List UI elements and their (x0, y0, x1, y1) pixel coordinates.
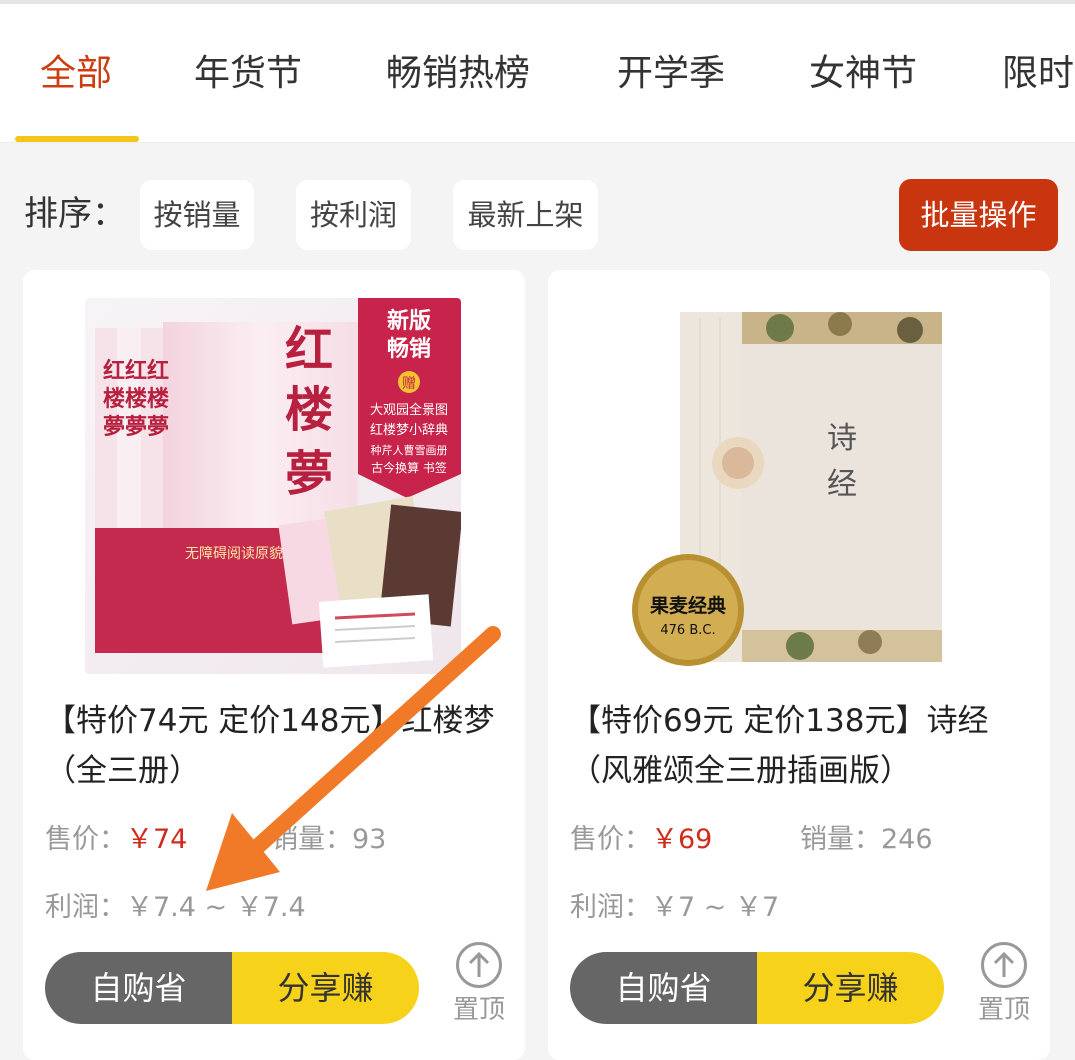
profit-label: 利润： (570, 892, 651, 923)
tab-bestsellers[interactable]: 畅销热榜 (386, 52, 530, 96)
svg-text:红: 红 (103, 358, 125, 384)
cover-badge-line-2: 畅销 (387, 337, 431, 362)
cover-gift-2: 红楼梦小辞典 (370, 422, 448, 438)
arrow-up-circle-icon (981, 942, 1027, 988)
price-value: ￥74 (126, 824, 188, 855)
tab-womens-day[interactable]: 女神节 (809, 52, 917, 96)
cover-seal-subtitle: 476 B.C. (660, 623, 715, 638)
cover-gift-badge: 赠 (402, 376, 416, 392)
self-purchase-button[interactable]: 自购省 (45, 952, 232, 1024)
sort-by-newest-button[interactable]: 最新上架 (453, 180, 598, 250)
cover-seal-title: 果麦经典 (649, 594, 726, 617)
svg-text:夢: 夢 (125, 414, 147, 440)
profit-info: 利润：￥7.4 ~ ￥7.4 (45, 890, 306, 926)
sales-value: 246 (881, 824, 933, 855)
svg-text:夢: 夢 (103, 414, 125, 440)
profit-value: ￥7.4 ~ ￥7.4 (126, 892, 306, 923)
price-info: 售价：￥69 (570, 822, 712, 858)
active-tab-indicator (15, 136, 139, 142)
product-title[interactable]: 【特价74元 定价148元】红楼梦（全三册） (45, 696, 505, 796)
price-info: 售价：￥74 (45, 822, 187, 858)
pin-to-top-button[interactable]: 置顶 (451, 942, 507, 1032)
profit-label: 利润： (45, 892, 126, 923)
sales-info: 销量：93 (271, 822, 386, 858)
cover-title-char-2: 经 (827, 467, 857, 502)
arrow-up-circle-icon (456, 942, 502, 988)
tab-new-year[interactable]: 年货节 (194, 52, 302, 96)
cover-title-char-1: 红 (285, 322, 333, 378)
cover-badge-line-1: 新版 (387, 308, 431, 334)
sales-label: 销量： (271, 824, 352, 855)
cover-gift-3: 种芹人曹雪画册 (371, 443, 448, 457)
self-purchase-button[interactable]: 自购省 (570, 952, 757, 1024)
product-card: 诗 经 果麦经典 476 B.C. 【特价69元 定价138元】诗经（风雅颂全三… (548, 270, 1050, 1060)
sort-by-sales-button[interactable]: 按销量 (140, 180, 254, 250)
product-cover-image[interactable]: 红 楼 夢 红 楼 夢 红 楼 夢 红 楼 夢 新版 畅销 赠 大观园全景图 红… (85, 298, 461, 674)
svg-text:夢: 夢 (147, 414, 169, 440)
share-earn-button[interactable]: 分享赚 (757, 952, 944, 1024)
svg-text:楼: 楼 (103, 386, 125, 412)
category-tab-bar: 全部 年货节 畅销热榜 开学季 女神节 限时 (0, 4, 1075, 143)
cover-title-char-1: 诗 (827, 421, 857, 456)
tab-all[interactable]: 全部 (40, 52, 112, 96)
batch-operation-button[interactable]: 批量操作 (899, 179, 1058, 251)
pin-label: 置顶 (977, 995, 1030, 1025)
tab-limited-time[interactable]: 限时 (1002, 52, 1074, 96)
cover-gift-1: 大观园全景图 (370, 402, 448, 418)
pin-to-top-button[interactable]: 置顶 (976, 942, 1032, 1032)
svg-text:楼: 楼 (147, 386, 169, 412)
product-title[interactable]: 【特价69元 定价138元】诗经（风雅颂全三册插画版） (570, 696, 1030, 796)
action-button-group: 自购省 分享赚 (570, 952, 944, 1024)
sort-by-profit-button[interactable]: 按利润 (296, 180, 411, 250)
price-value: ￥69 (651, 824, 713, 855)
cover-gift-4: 古今换算 书签 (371, 460, 447, 475)
cover-title-char-2: 楼 (285, 382, 333, 438)
product-cover-image[interactable]: 诗 经 果麦经典 476 B.C. (610, 298, 986, 674)
tab-back-to-school[interactable]: 开学季 (617, 52, 725, 96)
action-button-group: 自购省 分享赚 (45, 952, 419, 1024)
cover-title-char-3: 夢 (285, 446, 333, 502)
pin-label: 置顶 (452, 995, 505, 1025)
price-label: 售价： (45, 824, 126, 855)
sales-label: 销量： (800, 824, 881, 855)
sales-info: 销量：246 (800, 822, 933, 858)
sort-label: 排序： (24, 194, 126, 234)
svg-text:红: 红 (125, 358, 147, 384)
price-label: 售价： (570, 824, 651, 855)
product-card: 红 楼 夢 红 楼 夢 红 楼 夢 红 楼 夢 新版 畅销 赠 大观园全景图 红… (23, 270, 525, 1060)
svg-text:红: 红 (147, 358, 169, 384)
profit-info: 利润：￥7 ~ ￥7 (570, 890, 779, 926)
sales-value: 93 (352, 824, 387, 855)
profit-value: ￥7 ~ ￥7 (651, 892, 780, 923)
share-earn-button[interactable]: 分享赚 (232, 952, 419, 1024)
svg-text:楼: 楼 (125, 386, 147, 412)
